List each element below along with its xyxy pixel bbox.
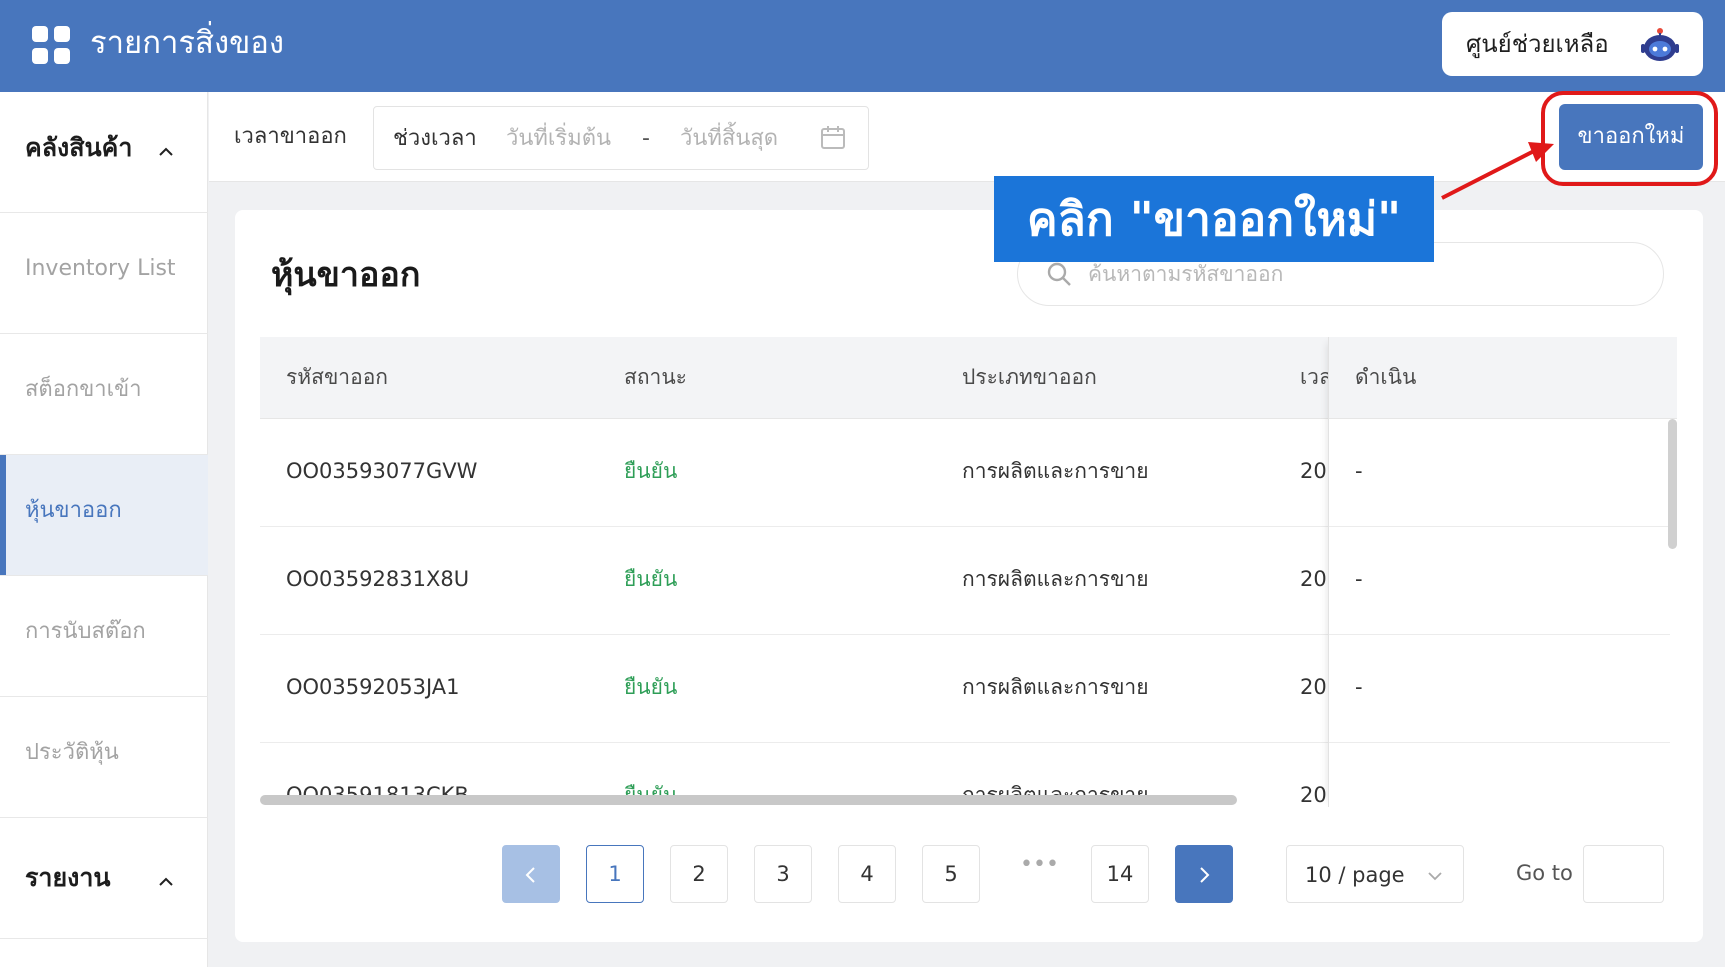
outbound-code: OO03592831X8U	[286, 567, 470, 591]
column-header-type[interactable]: ประเภทขาออก	[962, 361, 1097, 393]
robot-icon	[1641, 28, 1679, 61]
row-action: -	[1355, 567, 1363, 591]
top-header: รายการสิ่งของ ศูนย์ช่วยเหลือ	[0, 0, 1725, 92]
sidebar-group-label: คลังสินค้า	[25, 133, 133, 162]
prev-page-button[interactable]	[502, 845, 560, 903]
status-badge: ยืนยัน	[624, 675, 678, 699]
sidebar-item-label: Inventory List	[25, 256, 176, 281]
table-row[interactable]: OO03593077GVW ยืนยัน การผลิตและการขาย 20…	[260, 419, 1670, 527]
sidebar-group-label: รายงาน	[25, 863, 111, 892]
sidebar-item-stock-history[interactable]: ประวัติหุ้น	[0, 697, 208, 818]
outbound-type: การผลิตและการขาย	[962, 567, 1149, 591]
chevron-up-icon	[159, 877, 173, 886]
table-row[interactable]: OO03592831X8U ยืนยัน การผลิตและการขาย 20…	[260, 527, 1670, 635]
chevron-right-icon	[1200, 867, 1210, 883]
status-badge: ยืนยัน	[624, 567, 678, 591]
outbound-time: 20:	[1300, 783, 1328, 807]
vertical-scrollbar[interactable]	[1668, 419, 1677, 549]
sidebar-item-inventory-list[interactable]: Inventory List	[0, 213, 208, 334]
start-date-input[interactable]: วันที่เริ่มต้น	[506, 123, 611, 155]
grid-icon[interactable]	[32, 26, 70, 64]
arrow-annotation	[1441, 142, 1554, 200]
outbound-code: OO03592053JA1	[286, 675, 460, 699]
outbound-time: 20:	[1300, 567, 1328, 591]
column-header-action: ดำเนิน	[1355, 365, 1417, 389]
end-date-input[interactable]: วันที่สิ้นสุด	[680, 123, 778, 155]
status-badge: ยืนยัน	[624, 459, 678, 483]
goto-page-input[interactable]	[1583, 845, 1664, 903]
sidebar-item-label: หุ้นขาออก	[25, 498, 122, 523]
page-3-button[interactable]: 3	[754, 845, 812, 903]
sidebar-item-label: ประวัติหุ้น	[25, 740, 119, 765]
page-4-button[interactable]: 4	[838, 845, 896, 903]
page-last-button[interactable]: 14	[1091, 845, 1149, 903]
goto-label: Go to	[1516, 861, 1573, 885]
sidebar-item-stock-count[interactable]: การนับสต๊อก	[0, 576, 208, 697]
page-1-button[interactable]: 1	[586, 845, 644, 903]
outbound-time-label: เวลาขาออก	[234, 124, 347, 149]
page-2-button[interactable]: 2	[670, 845, 728, 903]
column-header-status[interactable]: สถานะ	[624, 361, 687, 393]
sidebar-item-label: การนับสต๊อก	[25, 619, 146, 644]
callout-annotation: คลิก "ขาออกใหม่"	[994, 176, 1434, 262]
page-size-select[interactable]: 10 / page	[1286, 845, 1464, 903]
outbound-time: 20:	[1300, 459, 1328, 483]
search-icon	[1047, 262, 1071, 286]
outbound-type: การผลิตและการขาย	[962, 459, 1149, 483]
table-header: รหัสขาออก สถานะ ประเภทขาออก เวล ดำเนิน	[260, 337, 1677, 419]
sidebar-group-warehouse[interactable]: คลังสินค้า	[0, 92, 208, 213]
next-page-button[interactable]	[1175, 845, 1233, 903]
calendar-icon[interactable]	[820, 125, 846, 151]
help-center-label: ศูนย์ช่วยเหลือ	[1466, 30, 1609, 58]
highlight-ring	[1541, 91, 1718, 186]
chevron-up-icon	[159, 147, 173, 156]
chevron-left-icon	[525, 867, 535, 883]
sidebar-item-outbound-stock[interactable]: หุ้นขาออก	[0, 455, 208, 576]
chevron-down-icon	[1428, 872, 1442, 881]
sidebar-item-label: สต็อกขาเข้า	[25, 377, 142, 402]
page-size-value: 10 / page	[1305, 863, 1405, 887]
row-action: -	[1355, 459, 1363, 483]
page-5-button[interactable]: 5	[922, 845, 980, 903]
column-header-code[interactable]: รหัสขาออก	[286, 361, 388, 393]
app-title: รายการสิ่งของ	[90, 25, 285, 61]
period-label: ช่วงเวลา	[393, 126, 477, 151]
table-row[interactable]: OO03592053JA1 ยืนยัน การผลิตและการขาย 20…	[260, 635, 1670, 743]
date-range-picker[interactable]: ช่วงเวลา วันที่เริ่มต้น - วันที่สิ้นสุด	[373, 106, 869, 170]
page-title: หุ้นขาออก	[271, 255, 421, 295]
pagination-ellipsis[interactable]: •••	[1020, 850, 1059, 880]
column-header-time[interactable]: เวล	[1300, 361, 1328, 393]
horizontal-scrollbar[interactable]	[260, 795, 1237, 805]
help-center-button[interactable]: ศูนย์ช่วยเหลือ	[1442, 12, 1703, 76]
range-separator: -	[642, 126, 650, 151]
outbound-table: รหัสขาออก สถานะ ประเภทขาออก เวล ดำเนิน O…	[260, 337, 1677, 807]
outbound-code: OO03593077GVW	[286, 459, 478, 483]
sidebar-item-inbound-stock[interactable]: สต็อกขาเข้า	[0, 334, 208, 455]
sidebar: คลังสินค้า Inventory List สต็อกขาเข้า หุ…	[0, 92, 208, 967]
sidebar-group-reports[interactable]: รายงาน	[0, 818, 208, 939]
outbound-time: 20:	[1300, 675, 1328, 699]
row-action: -	[1355, 675, 1363, 699]
search-input[interactable]	[1088, 257, 1648, 291]
outbound-type: การผลิตและการขาย	[962, 675, 1149, 699]
